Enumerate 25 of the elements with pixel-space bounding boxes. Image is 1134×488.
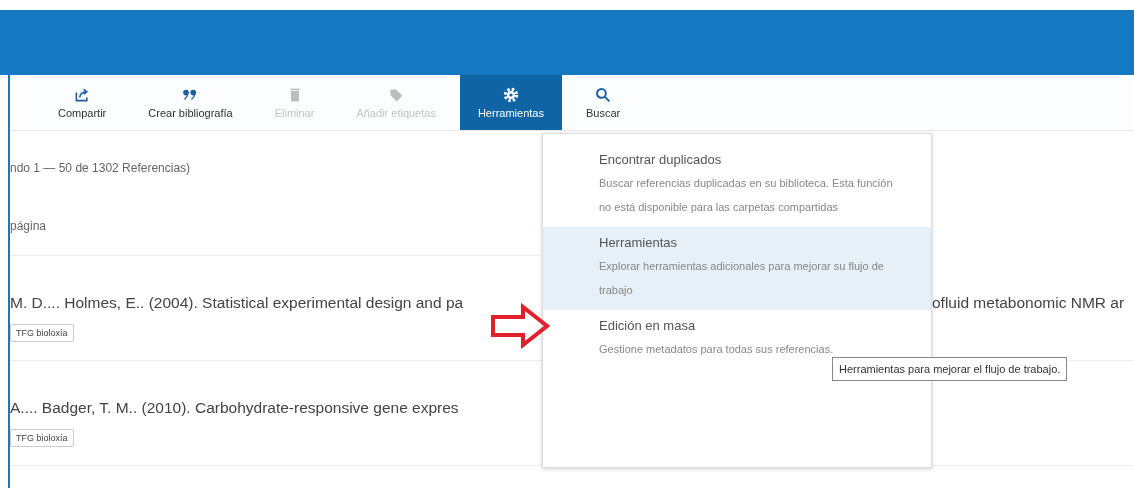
menu-item-description: Explorar herramientas adicionales para mejorar su flujo de trabajo — [599, 259, 885, 298]
menu-item-title: Edición en masa — [599, 318, 697, 333]
search-icon — [595, 86, 612, 103]
results-count: ndo 1 — 50 de 1302 Referencias) — [10, 161, 191, 175]
menu-item[interactable]: Encontrar duplicados Buscar referencias duplicadas en su biblioteca. Esta función no está disponible para las carpetas compartidas — [543, 144, 931, 227]
search-button[interactable]: Buscar — [567, 75, 639, 130]
menu-item-description: Buscar referencias duplicadas en su biblioteca. Esta función no está disponible para las carpetas compartidas — [599, 176, 894, 215]
tag-icon — [388, 86, 405, 103]
reference-citation[interactable]: M. D.... Holmes, E.. (2004). Statistical experimental design and pa — [10, 294, 540, 312]
tag-label[interactable]: TFG bioloxía — [10, 429, 74, 447]
per-page-label: página — [10, 219, 540, 256]
quote-button[interactable]: Crear bibliografía — [130, 75, 251, 130]
gear-button[interactable]: Herramientas — [459, 75, 562, 130]
settings-icon — [502, 86, 519, 103]
arrow-icon — [490, 303, 550, 349]
reference-citation[interactable]: ofluid metabonomic NMR ar — [932, 294, 1134, 312]
tag-label[interactable]: TFG bioloxía — [10, 324, 74, 342]
share-icon — [74, 86, 91, 103]
reference-citation[interactable]: A.... Badger, T. M.. (2010). Carbohydrate-responsive gene expres — [10, 399, 540, 417]
menu-item-title: Encontrar duplicados — [599, 152, 723, 167]
menu-item[interactable]: Herramientas Explorar herramientas adicionales para mejorar su flujo de trabajo — [543, 227, 931, 310]
share-button[interactable]: Compartir — [40, 75, 125, 130]
tooltip: Herramientas para mejorar el flujo de trabajo. — [832, 357, 1068, 381]
menu-item-description: Gestione metadatos para todas sus referencias. — [599, 342, 835, 357]
menu-item-title: Herramientas — [599, 235, 679, 250]
